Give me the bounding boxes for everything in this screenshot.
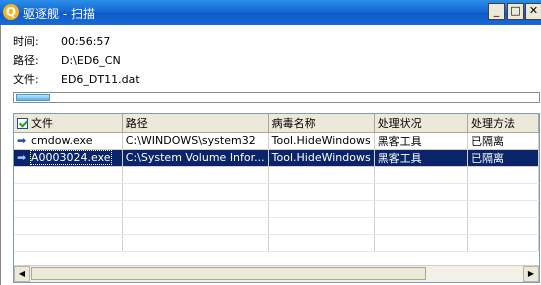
empty-row [14, 166, 539, 184]
row-status: 黑客工具 [374, 132, 469, 150]
file-value: ED6_DT11.dat [61, 73, 140, 86]
table-row-selected[interactable]: ➡ A0003024.exe C:\System Volume Infor... … [14, 149, 539, 167]
scroll-right-icon[interactable]: ▶ [523, 266, 539, 282]
results-table: 文件 路径 病毒名称 处理状况 处理方法 ➡ cmdow.exe C:\WINDO… [14, 114, 539, 252]
row-file: A0003024.exe [30, 150, 112, 165]
column-header-file[interactable]: 文件 [14, 114, 123, 133]
path-row: 路径: D:\ED6_CN [13, 52, 121, 68]
threat-arrow-icon: ➡ [17, 151, 27, 164]
column-header-action[interactable]: 处理方法 [467, 114, 539, 133]
window-title: 驱逐舰 - 扫描 [23, 7, 95, 21]
scan-progress-bar [13, 92, 540, 103]
path-value: D:\ED6_CN [61, 54, 121, 67]
row-path: C:\System Volume Infor... [122, 149, 269, 167]
path-label: 路径: [13, 54, 39, 67]
results-list[interactable]: 文件 路径 病毒名称 处理状况 处理方法 ➡ cmdow.exe C:\WINDO… [13, 113, 540, 283]
empty-row [14, 200, 539, 218]
title-bar: Q 驱逐舰 - 扫描 _ □ ✕ [0, 0, 541, 25]
maximize-button[interactable]: □ [507, 3, 524, 20]
empty-row [14, 234, 539, 252]
row-virus: Tool.HideWindows [268, 149, 375, 167]
time-label: 时间: [13, 35, 39, 48]
horizontal-scrollbar[interactable]: ◀ ▶ [14, 265, 539, 282]
threat-arrow-icon: ➡ [17, 134, 27, 147]
row-virus: Tool.HideWindows [268, 132, 375, 150]
row-action: 已隔离 [467, 149, 539, 167]
table-row[interactable]: ➡ cmdow.exe C:\WINDOWS\system32 Tool.Hide… [14, 132, 539, 150]
file-label: 文件: [13, 73, 39, 86]
close-button[interactable]: ✕ [525, 3, 541, 20]
row-path: C:\WINDOWS\system32 [122, 132, 269, 150]
column-header-virus-name[interactable]: 病毒名称 [268, 114, 375, 133]
header-row: 文件 路径 病毒名称 处理状况 处理方法 [14, 114, 539, 133]
column-header-status[interactable]: 处理状况 [374, 114, 469, 133]
scan-panel: 时间: 00:56:57 路径: D:\ED6_CN 文件: ED6_DT11.dat… [0, 25, 541, 285]
row-action: 已隔离 [467, 132, 539, 150]
app-logo-icon: Q [3, 4, 19, 20]
time-value: 00:56:57 [61, 35, 111, 48]
file-row: 文件: ED6_DT11.dat [13, 71, 140, 87]
empty-row [14, 217, 539, 235]
progress-fill [16, 94, 50, 101]
row-file: cmdow.exe [31, 134, 93, 147]
column-header-path[interactable]: 路径 [122, 114, 269, 133]
scrollbar-thumb[interactable] [31, 267, 426, 280]
time-row: 时间: 00:56:57 [13, 33, 110, 49]
scroll-left-icon[interactable]: ◀ [14, 266, 30, 282]
minimize-button[interactable]: _ [488, 3, 505, 20]
empty-row [14, 183, 539, 201]
row-status: 黑客工具 [374, 149, 469, 167]
checkbox-checked-icon[interactable] [17, 117, 28, 129]
